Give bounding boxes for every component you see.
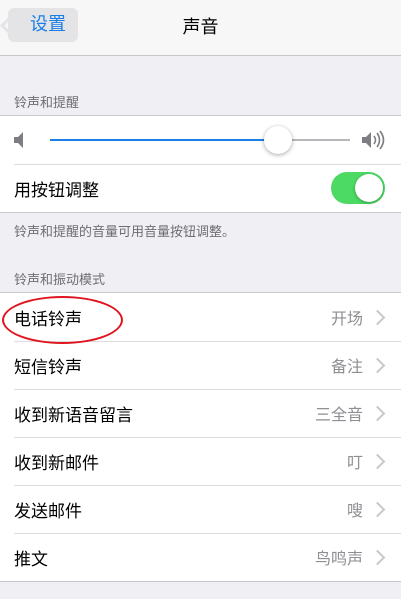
chevron-right-icon: [369, 501, 386, 517]
volume-slider-fill: [50, 139, 278, 141]
section-header-patterns: 铃声和振动模式: [14, 273, 106, 288]
list-item-value: 叮: [346, 453, 363, 472]
list-item-sent-mail[interactable]: 发送邮件 嗖: [0, 485, 401, 533]
list-item-value: 备注: [330, 357, 363, 376]
list-item-label: 收到新语音留言: [14, 405, 133, 426]
list-item-text-tone[interactable]: 短信铃声 备注: [0, 341, 401, 389]
list-item-value: 开场: [330, 309, 363, 328]
volume-slider-thumb[interactable]: [264, 126, 292, 154]
list-item-label: 发送邮件: [14, 501, 82, 522]
list-item-value: 三全音: [314, 405, 363, 424]
list-item-ringtone[interactable]: 电话铃声 开场: [0, 293, 401, 341]
list-item-label: 短信铃声: [14, 357, 82, 378]
chevron-right-icon: [369, 309, 386, 325]
list-item-value: 鸟鸣声: [314, 549, 363, 568]
list-item-tweet[interactable]: 推文 鸟鸣声: [0, 533, 401, 581]
toggle-knob: [355, 174, 383, 202]
volume-slider[interactable]: [50, 126, 350, 154]
ringer-group: 用按钮调整: [0, 115, 401, 213]
speaker-low-icon: [14, 132, 23, 148]
speaker-high-icon: [362, 130, 385, 150]
chevron-right-icon: [369, 357, 386, 373]
change-with-buttons-row: 用按钮调整: [0, 164, 401, 212]
list-item-new-mail[interactable]: 收到新邮件 叮: [0, 437, 401, 485]
list-item-label: 收到新邮件: [14, 453, 99, 474]
change-with-buttons-label: 用按钮调整: [14, 180, 99, 201]
list-item-new-voicemail[interactable]: 收到新语音留言 三全音: [0, 389, 401, 437]
list-item-label: 推文: [14, 549, 48, 570]
list-item-value: 嗖: [346, 501, 363, 520]
ringer-footer-note: 铃声和提醒的音量可用音量按钮调整。: [14, 225, 236, 240]
chevron-right-icon: [369, 549, 386, 565]
list-item-label: 电话铃声: [14, 309, 82, 330]
volume-slider-row: [0, 116, 401, 164]
section-header-ringer: 铃声和提醒: [14, 96, 80, 111]
page-title: 声音: [182, 17, 219, 38]
sound-patterns-group: 电话铃声 开场 短信铃声 备注 收到新语音留言 三全音 收到新邮件 叮 发送邮件…: [0, 292, 401, 582]
change-with-buttons-toggle[interactable]: [331, 172, 385, 204]
navigation-bar: 设置 声音: [0, 0, 401, 56]
chevron-right-icon: [369, 405, 386, 421]
chevron-right-icon: [369, 453, 386, 469]
